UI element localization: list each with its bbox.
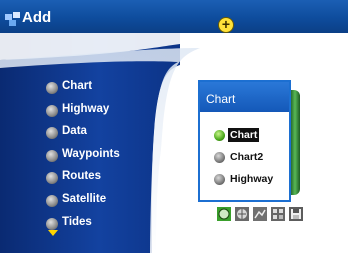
menu-item-label: Waypoints xyxy=(62,147,120,160)
globe-icon xyxy=(46,194,58,207)
app-icon xyxy=(5,12,20,26)
menu-item-label: Highway xyxy=(62,102,110,115)
popup-option-label: Chart2 xyxy=(230,151,264,163)
chart-icon[interactable] xyxy=(252,206,268,222)
radio-icon xyxy=(214,152,225,163)
globe-icon[interactable] xyxy=(234,206,250,222)
add-button[interactable]: + xyxy=(218,16,234,33)
radio-icon xyxy=(214,174,225,185)
grid-icon[interactable] xyxy=(270,206,286,222)
background-panel-edge xyxy=(290,90,300,195)
radio-selected-icon xyxy=(214,130,225,141)
chart-popup: Chart Chart Chart2 Highway xyxy=(198,80,291,202)
plus-icon: + xyxy=(221,16,231,32)
globe-icon xyxy=(46,82,58,94)
menu-item-label: Tides xyxy=(62,215,92,228)
popup-option-label: Chart xyxy=(228,128,260,142)
menu-item-label: Chart xyxy=(62,80,93,92)
globe-icon[interactable] xyxy=(216,206,232,222)
menu-item-label: Satellite xyxy=(62,192,107,205)
popup-title: Chart xyxy=(206,92,236,106)
globe-icon xyxy=(46,104,58,117)
app-window: Add + Chart Highway Data Waypoints Route… xyxy=(0,0,348,253)
popup-header: Chart xyxy=(200,82,289,112)
window-title: Add xyxy=(22,9,52,26)
globe-icon xyxy=(46,149,58,162)
popup-option-label: Highway xyxy=(230,173,274,185)
title-bar: Add xyxy=(0,0,348,33)
chevron-down-icon[interactable] xyxy=(48,230,58,236)
save-icon[interactable] xyxy=(288,206,304,222)
menu-item-label: Routes xyxy=(62,170,101,183)
globe-icon xyxy=(46,217,58,230)
menu-item-label: Data xyxy=(62,125,87,138)
